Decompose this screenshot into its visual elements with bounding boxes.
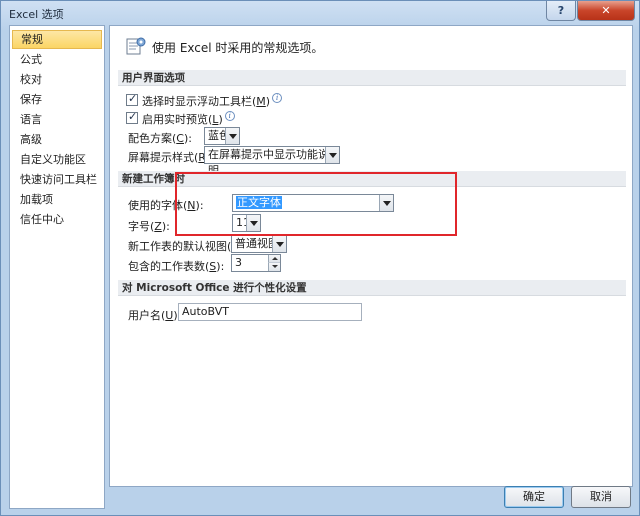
sidebar-item-quick-access-toolbar[interactable]: 快速访问工具栏 <box>12 170 102 189</box>
sidebar-item-proofing[interactable]: 校对 <box>12 70 102 89</box>
color-scheme-label: 配色方案(C): <box>128 132 192 145</box>
mini-toolbar-checkbox[interactable] <box>126 92 138 106</box>
default-view-select[interactable]: 普通视图 <box>231 235 287 253</box>
live-preview-label[interactable]: 启用实时预览(L) i <box>142 111 235 127</box>
sidebar-item-add-ins[interactable]: 加载项 <box>12 190 102 209</box>
color-scheme-select[interactable]: 蓝色 <box>204 127 240 145</box>
font-size-label: 字号(Z): <box>128 220 170 233</box>
info-icon[interactable]: i <box>224 111 235 121</box>
sheet-count-label: 包含的工作表数(S): <box>128 260 225 273</box>
sidebar-item-trust-center[interactable]: 信任中心 <box>12 210 102 229</box>
chevron-down-icon <box>272 236 286 252</box>
mini-toolbar-label[interactable]: 选择时显示浮动工具栏(M) i <box>142 93 283 109</box>
spinner-down-icon[interactable] <box>268 263 280 271</box>
annotation-highlight-box <box>175 172 457 236</box>
close-button[interactable]: ✕ <box>577 1 635 21</box>
section-personalize: 对 Microsoft Office 进行个性化设置 <box>118 280 626 296</box>
title-bar[interactable]: Excel 选项 ? ✕ <box>1 1 639 25</box>
sidebar-item-formulas[interactable]: 公式 <box>12 50 102 69</box>
sidebar-item-language[interactable]: 语言 <box>12 110 102 129</box>
header-text: 使用 Excel 时采用的常规选项。 <box>152 41 324 55</box>
spinner-up-icon[interactable] <box>268 255 280 263</box>
sidebar-item-general[interactable]: 常规 <box>12 30 102 49</box>
options-icon <box>126 37 146 55</box>
default-view-label: 新工作表的默认视图(V): <box>128 240 247 253</box>
chevron-down-icon <box>325 147 339 163</box>
options-content: 使用 Excel 时采用的常规选项。 用户界面选项 选择时显示浮动工具栏(M)i… <box>109 25 633 487</box>
sidebar-item-advanced[interactable]: 高级 <box>12 130 102 149</box>
cancel-button[interactable]: 取消 <box>571 486 631 508</box>
section-ui-options: 用户界面选项 <box>118 70 626 86</box>
live-preview-checkbox[interactable] <box>126 110 138 124</box>
help-button[interactable]: ? <box>546 1 576 21</box>
ok-button[interactable]: 确定 <box>504 486 564 508</box>
sidebar: 常规 公式 校对 保存 语言 高级 自定义功能区 快速访问工具栏 加载项 信任中… <box>9 25 105 509</box>
window-title: Excel 选项 <box>9 8 64 21</box>
excel-options-dialog: Excel 选项 ? ✕ 常规 公式 校对 保存 语言 高级 自定义功能区 快速… <box>0 0 640 516</box>
sheet-count-spinner[interactable]: 3 <box>231 254 281 272</box>
chevron-down-icon <box>225 128 239 144</box>
sidebar-item-save[interactable]: 保存 <box>12 90 102 109</box>
info-icon[interactable]: i <box>272 93 283 103</box>
username-input[interactable]: AutoBVT <box>178 303 362 321</box>
screentip-label: 屏幕提示样式(R): <box>128 151 214 164</box>
screentip-select[interactable]: 在屏幕提示中显示功能说明 <box>204 146 340 177</box>
username-label: 用户名(U): <box>128 309 181 322</box>
sidebar-item-customize-ribbon[interactable]: 自定义功能区 <box>12 150 102 169</box>
